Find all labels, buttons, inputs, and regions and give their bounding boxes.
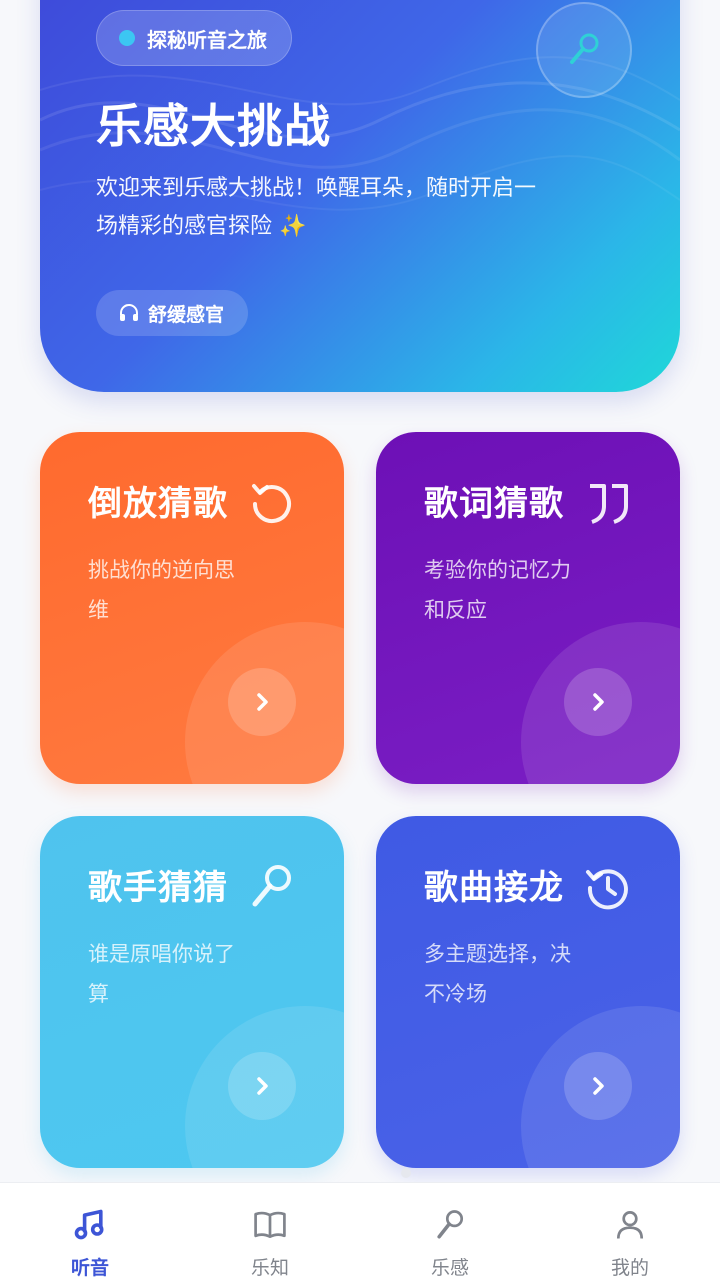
card-singer-guess[interactable]: 歌手猜猜 谁是原唱你说了算 (40, 816, 344, 1168)
card-song-chain[interactable]: 歌曲接龙 多主题选择，决不冷场 (376, 816, 680, 1168)
microphone-icon (570, 33, 599, 64)
hero-title: 乐感大挑战 (96, 99, 331, 153)
bottom-navigation: 听音 乐知 乐感 我的 (0, 1182, 720, 1280)
nav-label: 乐知 (250, 1257, 289, 1279)
hero-banner[interactable]: 探秘听音之旅 乐感大挑战 欢迎来到乐感大挑战！唤醒耳朵，随时开启一场精彩的感官探… (40, 0, 680, 392)
hero-description: 欢迎来到乐感大挑战！唤醒耳朵，随时开启一场精彩的感官探险 ✨ (96, 176, 537, 239)
card-go-button[interactable] (228, 668, 296, 736)
book-icon (254, 1211, 286, 1239)
microphone-icon (252, 865, 291, 907)
microphone-icon (437, 1210, 464, 1239)
nav-item-listen[interactable]: 听音 (0, 1183, 180, 1280)
nav-label: 乐感 (430, 1257, 469, 1279)
hero-badge: 探秘听音之旅 (96, 10, 292, 66)
page-indicator-dot (401, 1168, 411, 1178)
nav-item-knowledge[interactable]: 乐知 (180, 1183, 360, 1280)
nav-label: 我的 (610, 1257, 649, 1279)
card-lyric-guess[interactable]: 歌词猜歌 考验你的记忆力和反应 (376, 432, 680, 784)
soothe-senses-button[interactable]: 舒缓感官 (96, 290, 249, 336)
card-go-button[interactable] (228, 1052, 296, 1120)
nav-item-music-sense[interactable]: 乐感 (360, 1183, 540, 1280)
nav-item-mine[interactable]: 我的 (540, 1183, 720, 1280)
soothe-senses-label: 舒缓感官 (148, 303, 225, 326)
card-description: 挑战你的逆向思维 (88, 558, 235, 622)
user-icon (616, 1211, 644, 1239)
headphones-icon (120, 304, 138, 321)
chevron-right-icon (257, 693, 268, 711)
card-description: 多主题选择，决不冷场 (424, 942, 571, 1006)
chevron-right-icon (593, 693, 604, 711)
history-icon (586, 869, 628, 910)
quote-icon (590, 484, 628, 524)
home-screen: 探秘听音之旅 乐感大挑战 欢迎来到乐感大挑战！唤醒耳朵，随时开启一场精彩的感官探… (0, 0, 720, 1280)
rewind-icon (252, 484, 291, 524)
card-title: 歌手猜猜 (88, 868, 228, 908)
card-go-button[interactable] (564, 1052, 632, 1120)
card-title: 倒放猜歌 (88, 484, 228, 524)
card-description: 谁是原唱你说了算 (88, 942, 235, 1006)
hero-badge-text: 探秘听音之旅 (147, 27, 267, 52)
hero-mic-badge (536, 2, 632, 98)
card-reverse-guess[interactable]: 倒放猜歌 挑战你的逆向思维 (40, 432, 344, 784)
badge-dot (119, 30, 135, 46)
card-title: 歌曲接龙 (424, 868, 564, 908)
card-title: 歌词猜歌 (424, 484, 564, 524)
chevron-right-icon (593, 1077, 604, 1095)
music-note-icon (74, 1209, 104, 1240)
card-go-button[interactable] (564, 668, 632, 736)
card-description: 考验你的记忆力和反应 (424, 558, 571, 622)
nav-label: 听音 (70, 1257, 109, 1279)
chevron-right-icon (257, 1077, 268, 1095)
